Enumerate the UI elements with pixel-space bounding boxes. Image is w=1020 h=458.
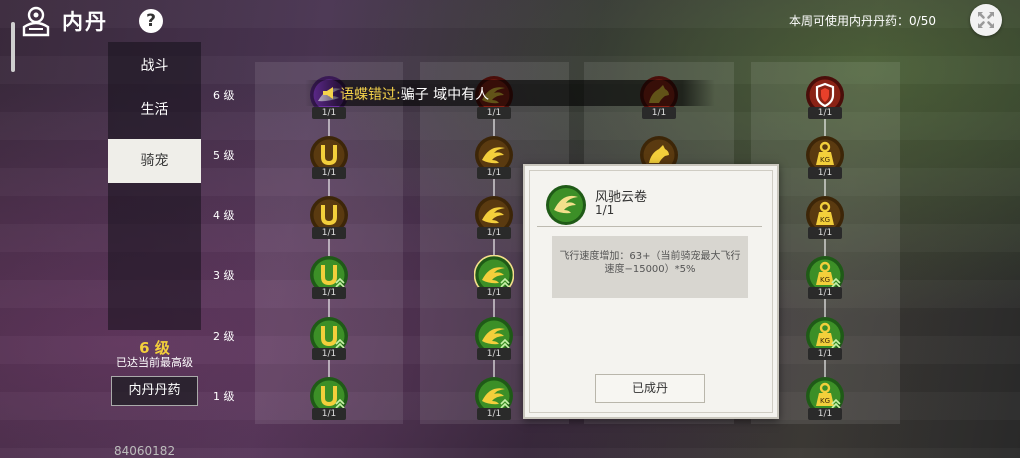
skill-detail-popup: 风驰云卷 1/1 飞行速度增加：63+（当前骑宠最大飞行速度−15000）*5%… <box>523 164 779 419</box>
node-count: 1/1 <box>312 107 346 119</box>
megaphone-icon <box>323 87 333 99</box>
svg-text:KG: KG <box>820 276 830 284</box>
level-label-5: 5 级 <box>213 149 235 162</box>
weekly-potion-usage: 本周可使用内丹丹药：0/50 <box>789 14 936 28</box>
node-count: 1/1 <box>312 408 346 420</box>
level-label-4: 4 级 <box>213 209 235 222</box>
node-count: 1/1 <box>808 287 842 299</box>
wing-arrows-icon <box>545 184 587 226</box>
level-label-3: 3 级 <box>213 269 235 282</box>
node-count: 1/1 <box>312 167 346 179</box>
page-title: 内丹 <box>62 10 108 34</box>
node-count: 1/1 <box>808 167 842 179</box>
neidan-potion-button[interactable]: 内丹丹药 <box>111 376 198 406</box>
node-count: 1/1 <box>477 348 511 360</box>
close-icon <box>978 12 994 28</box>
node-count: 1/1 <box>312 227 346 239</box>
completed-button[interactable]: 已成丹 <box>595 374 705 403</box>
node-count: 1/1 <box>477 287 511 299</box>
node-count: 1/1 <box>808 107 842 119</box>
node-count: 1/1 <box>808 227 842 239</box>
neidan-icon <box>20 5 52 37</box>
node-count: 1/1 <box>477 227 511 239</box>
tab-life[interactable]: 生活 <box>108 88 201 132</box>
tab-combat[interactable]: 战斗 <box>108 44 201 88</box>
max-level-note: 已达当前最高级 <box>116 356 193 369</box>
node-count: 1/1 <box>477 408 511 420</box>
node-count: 1/1 <box>808 408 842 420</box>
svg-text:KG: KG <box>820 397 830 405</box>
close-button[interactable] <box>970 4 1002 36</box>
svg-text:KG: KG <box>820 216 830 224</box>
broadcast-text: 骗子 域中有人 <box>400 87 490 103</box>
node-count: 1/1 <box>312 348 346 360</box>
player-id: 84060182 <box>114 444 176 458</box>
level-label-2: 2 级 <box>213 330 235 343</box>
popup-divider <box>537 226 762 227</box>
level-label-6: 6 级 <box>213 89 235 102</box>
category-tabs: 战斗 生活 骑宠 <box>108 42 201 330</box>
broadcast-message: 语蝶错过:骗子 域中有人 <box>340 84 489 104</box>
help-button[interactable]: ? <box>139 9 163 33</box>
popup-skill-count: 1/1 <box>595 203 615 217</box>
node-count: 1/1 <box>808 348 842 360</box>
node-count: 1/1 <box>642 107 676 119</box>
scrollbar-thumb[interactable] <box>11 22 15 72</box>
svg-text:KG: KG <box>820 156 830 164</box>
tab-mount[interactable]: 骑宠 <box>108 139 201 183</box>
popup-description: 飞行速度增加：63+（当前骑宠最大飞行速度−15000）*5% <box>559 251 741 275</box>
node-count: 1/1 <box>312 287 346 299</box>
broadcast-sender: 语蝶错过: <box>340 87 401 103</box>
level-label-1: 1 级 <box>213 390 235 403</box>
node-count: 1/1 <box>477 107 511 119</box>
node-count: 1/1 <box>477 167 511 179</box>
header: 内丹 ? 本周可使用内丹丹药：0/50 <box>0 0 1020 42</box>
svg-text:KG: KG <box>820 337 830 345</box>
